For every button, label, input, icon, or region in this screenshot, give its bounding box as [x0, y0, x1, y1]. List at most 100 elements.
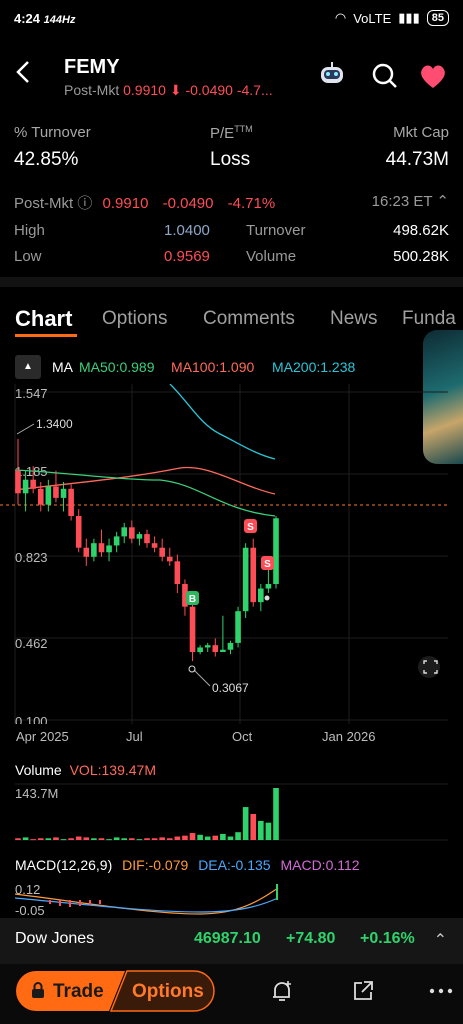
volume-bar: [15, 838, 21, 840]
favorite-heart-icon[interactable]: [417, 60, 449, 92]
info-icon: ⓘ: [77, 195, 93, 212]
last-marker-icon: [264, 595, 270, 601]
candle: [265, 583, 272, 589]
tab-options[interactable]: Options: [102, 308, 167, 330]
y-tick: 0.100: [15, 714, 48, 724]
candle: [227, 642, 234, 650]
candle: [204, 645, 211, 648]
tab-comments[interactable]: Comments: [203, 308, 295, 330]
candle: [273, 518, 279, 584]
candle: [106, 545, 112, 553]
svg-text:S: S: [247, 522, 254, 533]
robot-assistant-icon[interactable]: [316, 58, 348, 90]
lock-icon: [29, 981, 47, 999]
fullscreen-icon[interactable]: [418, 656, 440, 678]
chart-grid: [14, 384, 448, 724]
volume-bar: [121, 838, 128, 840]
volume-bar: [30, 839, 36, 841]
battery-icon: 85: [426, 10, 449, 26]
high-label: High: [14, 222, 45, 239]
x-tick: Jul: [126, 729, 143, 744]
index-value: 46987.10: [194, 930, 261, 947]
candle: [22, 479, 29, 494]
candle: [250, 547, 257, 603]
turnover-value: 498.62K: [393, 222, 449, 239]
share-icon[interactable]: [350, 978, 376, 1004]
tab-fundamentals[interactable]: Funda: [402, 308, 456, 330]
status-icons: ◠ VoLTE ▮▮▮ 85: [335, 10, 449, 26]
index-change: +74.80: [286, 930, 336, 947]
ma50-label: MA50:0.989: [79, 359, 155, 375]
add-alert-bell-icon[interactable]: [269, 978, 295, 1004]
volume-bar: [53, 837, 59, 840]
candle: [144, 534, 150, 544]
svg-text:B: B: [189, 594, 196, 605]
candle: [83, 547, 90, 557]
volume-chart[interactable]: [0, 782, 463, 842]
more-options-icon[interactable]: [428, 982, 454, 1000]
candle: [121, 527, 128, 537]
ma200-label: MA200:1.238: [272, 359, 356, 375]
back-arrow-icon[interactable]: [12, 54, 38, 90]
volume-bar: [151, 838, 158, 840]
collapse-triangle-icon[interactable]: ▲: [15, 355, 41, 379]
volume-bar: [197, 834, 203, 840]
volume-bar: [136, 839, 143, 841]
volume-bar: [242, 807, 249, 840]
x-tick: Jan 2026: [322, 729, 376, 744]
tab-chart[interactable]: Chart: [15, 306, 72, 332]
volume-bar: [129, 838, 135, 840]
macd-chart[interactable]: [0, 880, 463, 918]
index-name: Dow Jones: [15, 930, 95, 947]
volume-bar: [98, 838, 105, 840]
volume-bar: [113, 837, 120, 840]
chevron-up-icon: ⌃: [436, 193, 449, 210]
trade-options-button-group: Trade Options: [15, 970, 215, 1012]
candle: [98, 543, 105, 553]
buy-signal-icon: B: [186, 591, 199, 605]
mkt-cap-value: 44.73M: [385, 149, 449, 170]
high-value: 1.0400: [164, 222, 210, 239]
price-chart[interactable]: 1.547 1.185 0.823 0.462 0.100 1.3400 0.3…: [0, 384, 463, 724]
candle: [197, 647, 203, 652]
turnover-label: Turnover: [246, 222, 306, 239]
network-label: VoLTE: [353, 10, 392, 26]
volume-bar: [144, 838, 150, 840]
volume-bar: [212, 835, 219, 840]
candle: [235, 611, 241, 643]
candle: [166, 556, 173, 562]
x-tick: Apr 2025: [16, 729, 69, 744]
turnover-pct-label: % Turnover: [14, 124, 91, 141]
volume-bar: [159, 837, 165, 840]
volume-bar: [75, 836, 82, 840]
turnover-pct-value: 42.85%: [14, 149, 79, 170]
stock-header: FEMY Post-Mkt 0.9910 ⬇ -0.0490 -4.7...: [0, 40, 463, 108]
candle: [60, 488, 67, 498]
signal-icon: ▮▮▮: [398, 10, 420, 25]
sell-signal-icon: S: [261, 556, 274, 570]
status-bar: 4:24 144Hz ◠ VoLTE ▮▮▮ 85: [0, 0, 463, 38]
volume-bar: [83, 837, 90, 840]
trade-button[interactable]: Trade: [53, 981, 104, 1003]
candle: [159, 547, 165, 557]
chevron-up-icon[interactable]: ⌃: [434, 930, 447, 950]
y-axis-labels: 1.547 1.185 0.823 0.462 0.100: [15, 386, 48, 724]
volume-bar: [189, 833, 196, 840]
options-button[interactable]: Options: [132, 981, 204, 1003]
volume-bar: [265, 822, 272, 840]
low-label: Low: [14, 248, 42, 265]
index-ticker[interactable]: Dow Jones 46987.10 +74.80 +0.16% ⌃: [0, 918, 463, 964]
post-market-time[interactable]: 16:23 ET ⌃: [372, 192, 449, 210]
volume-bar: [60, 839, 67, 841]
search-icon[interactable]: [369, 60, 401, 92]
volume-bar: [68, 838, 74, 840]
stock-symbol: FEMY: [64, 56, 120, 78]
wifi-icon: ◠: [334, 10, 347, 25]
macd-legend: MACD(12,26,9) DIF:-0.079 DEA:-0.135 MACD…: [15, 857, 360, 873]
tab-news[interactable]: News: [330, 308, 378, 330]
pe-value: Loss: [210, 149, 251, 170]
candle: [174, 561, 181, 584]
candle: [68, 488, 74, 516]
pe-label: P/ETTM: [210, 124, 253, 142]
active-tab-indicator: [15, 334, 77, 337]
